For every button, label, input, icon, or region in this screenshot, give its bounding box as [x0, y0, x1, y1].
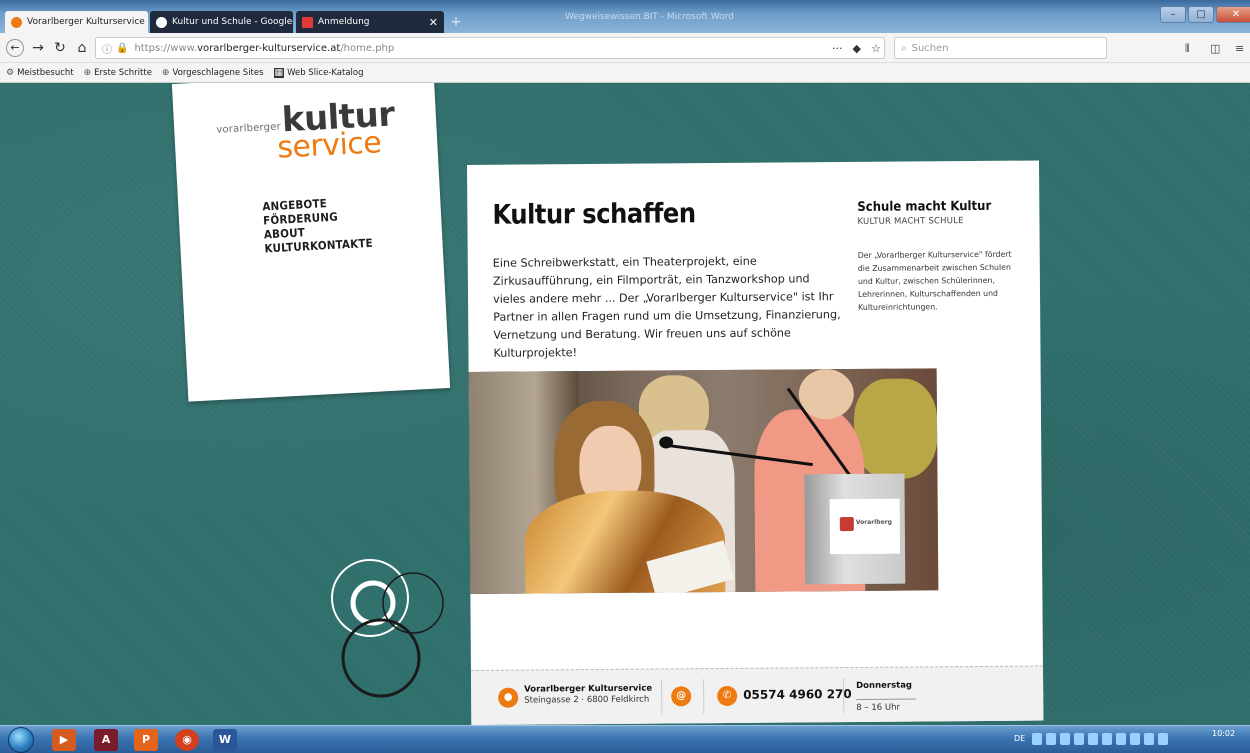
access-icon[interactable]: A — [94, 729, 118, 751]
main-nav: ANGEBOTE FÖRDERUNG ABOUT KULTURKONTAKTE — [262, 194, 373, 255]
footer-phone[interactable]: 05574 4960 270 — [743, 687, 852, 702]
bookmark-label: Erste Schritte — [94, 67, 152, 78]
tab-label: Anmeldung — [318, 17, 370, 27]
start-button[interactable] — [8, 727, 34, 753]
tray-icon[interactable] — [1158, 733, 1168, 745]
page-actions-icon[interactable]: ··· — [832, 42, 843, 55]
lock-icon[interactable]: 🔒 — [116, 43, 128, 54]
browser-navbar: ← → ↻ ⌂ ⓘ 🔒 https://www. vorarlberger-ku… — [0, 33, 1250, 63]
language-indicator[interactable]: DE — [1014, 734, 1025, 743]
tray-icon[interactable] — [1088, 733, 1098, 745]
page-title: Kultur schaffen — [492, 198, 696, 231]
url-domain: vorarlberger-kulturservice.at — [197, 42, 341, 54]
search-icon: ⌕ — [901, 42, 907, 54]
bookmark-erste-schritte[interactable]: ⊕ Erste Schritte — [84, 68, 152, 78]
bookmarks-bar: ⚙ Meistbesucht ⊕ Erste Schritte ⊕ Vorgeschl… — [0, 63, 1250, 83]
browser-tab-bar: Vorarlberger Kulturservice ✕ Kultur und … — [0, 0, 1250, 33]
close-tab-icon[interactable]: ✕ — [145, 16, 148, 29]
close-tab-icon[interactable]: ✕ — [421, 16, 438, 29]
side-title[interactable]: Schule macht Kultur — [857, 199, 991, 215]
window-title: Wegweisewissen.BIT - Microsoft Word — [565, 12, 734, 22]
bookmark-label: Vorgeschlagene Sites — [172, 67, 264, 78]
gear-icon: ⚙ — [6, 67, 15, 78]
media-player-icon[interactable]: ▶ — [52, 729, 76, 751]
minimize-icon[interactable]: – — [1160, 6, 1186, 23]
search-placeholder: Suchen — [911, 42, 949, 54]
clock[interactable]: 10:02 — [1212, 729, 1235, 739]
lectern-sign: Vorarlberg — [829, 498, 901, 555]
page-actions: ··· ◆ ☆ — [832, 42, 881, 55]
footer-address: Steingasse 2 · 6800 Feldkirch — [524, 694, 650, 706]
tab-google[interactable]: Kultur und Schule - Google-Su ✕ — [150, 11, 293, 33]
footer: ● Vorarlberger Kulturservice Steingasse … — [470, 665, 1044, 725]
system-tray — [1032, 733, 1168, 745]
bookmark-vorgeschlagene-sites[interactable]: ⊕ Vorgeschlagene Sites — [162, 68, 264, 78]
content-panel: Kultur schaffen Eine Schreibwerkstatt, e… — [467, 160, 1044, 725]
favicon-icon — [11, 16, 22, 28]
tab-anmeldung[interactable]: Anmeldung ✕ — [296, 11, 444, 33]
powerpoint-icon[interactable]: P — [134, 729, 158, 751]
phone-icon[interactable]: ✆ — [717, 685, 738, 707]
bookmark-star-icon[interactable]: ☆ — [871, 42, 881, 55]
tray-icon[interactable] — [1046, 733, 1056, 745]
clock-time: 10:02 — [1212, 729, 1236, 738]
window-controls: – □ ✕ — [1160, 6, 1250, 23]
globe-icon: ⊕ — [83, 67, 92, 78]
bookmark-meistbesucht[interactable]: ⚙ Meistbesucht — [6, 68, 74, 78]
footer-org: Vorarlberger Kulturservice — [524, 683, 653, 695]
bookmark-web-slice[interactable]: ▦ Web Slice-Katalog — [273, 67, 364, 78]
globe-icon: ⊕ — [161, 67, 170, 78]
new-tab-icon[interactable]: + — [448, 13, 464, 31]
windows-taskbar: ▶ A P ◉ W DE 10:02 — [0, 725, 1250, 753]
email-icon[interactable]: @ — [671, 686, 692, 707]
tab-label: Vorarlberger Kulturservice — [27, 17, 145, 27]
tab-label: Kultur und Schule - Google-Su — [172, 17, 293, 27]
forward-icon[interactable]: → — [29, 39, 47, 57]
logo-nav-card: vorarlberger kultur service ANGEBOTE FÖR… — [171, 83, 451, 402]
tab-kulturservice[interactable]: Vorarlberger Kulturservice ✕ — [5, 11, 148, 33]
maximize-icon[interactable]: □ — [1188, 6, 1214, 23]
anmeldung-favicon-icon — [302, 16, 313, 28]
firefox-icon[interactable]: ◉ — [175, 729, 199, 751]
reload-icon[interactable]: ↻ — [51, 39, 69, 57]
url-path: /home.php — [340, 42, 395, 54]
library-icon[interactable]: ⫴ — [1185, 42, 1190, 56]
menu-icon[interactable]: ≡ — [1235, 42, 1244, 55]
lectern-sign-text: Vorarlberg — [855, 518, 892, 526]
hero-photo: Vorarlberg — [468, 368, 939, 594]
tray-icon[interactable] — [1102, 733, 1112, 745]
logo-service[interactable]: service — [276, 125, 382, 165]
tray-icon[interactable] — [1130, 733, 1140, 745]
side-subtitle: KULTUR MACHT SCHULE — [857, 216, 964, 227]
intro-text: Eine Schreibwerkstatt, ein Theaterprojek… — [492, 254, 841, 360]
google-favicon-icon — [156, 16, 167, 28]
home-icon[interactable]: ⌂ — [73, 39, 91, 57]
bookmark-label: Web Slice-Katalog — [287, 67, 364, 78]
web-slice-icon: ▦ — [273, 67, 285, 78]
tray-icon[interactable] — [1144, 733, 1154, 745]
web-page: vorarlberger kultur service ANGEBOTE FÖR… — [0, 83, 1250, 725]
pocket-icon[interactable]: ◆ — [853, 42, 861, 55]
url-bar[interactable]: ⓘ 🔒 https://www. vorarlberger-kulturserv… — [95, 37, 885, 59]
side-text: Der „Vorarlberger Kulturservice" fördert… — [857, 249, 1012, 312]
logo-vorarlberger: vorarlberger — [216, 121, 282, 136]
url-prefix: https://www. — [134, 42, 198, 54]
footer-hours: 8 – 16 Uhr — [856, 698, 917, 713]
decorative-circles-icon — [331, 559, 444, 698]
tray-icon[interactable] — [1074, 733, 1084, 745]
footer-day: Donnerstag — [856, 680, 913, 691]
tray-icon[interactable] — [1060, 733, 1070, 745]
sidebar-icon[interactable]: ◫ — [1210, 42, 1220, 55]
tray-icon[interactable] — [1116, 733, 1126, 745]
location-pin-icon: ● — [498, 687, 519, 708]
tray-icon[interactable] — [1032, 733, 1042, 745]
bookmark-label: Meistbesucht — [17, 67, 74, 78]
window-close-icon[interactable]: ✕ — [1216, 6, 1250, 23]
info-icon[interactable]: ⓘ — [102, 41, 112, 56]
back-icon[interactable]: ← — [6, 39, 24, 57]
word-icon[interactable]: W — [213, 729, 237, 751]
search-input[interactable]: ⌕ Suchen — [894, 37, 1107, 59]
